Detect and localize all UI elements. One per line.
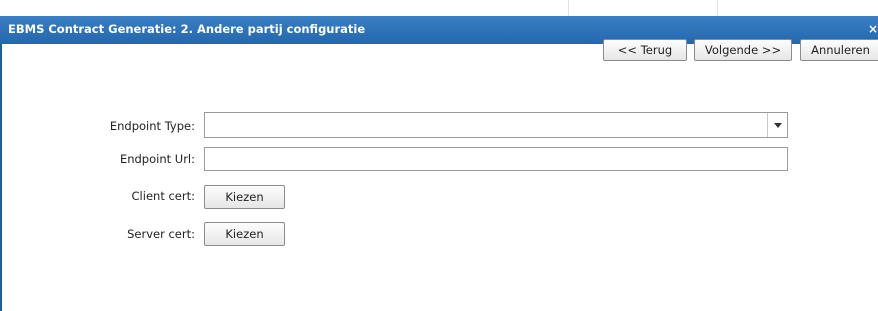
- server-cert-label: Server cert:: [127, 227, 195, 241]
- client-cert-label: Client cert:: [131, 189, 195, 203]
- endpoint-type-select[interactable]: [204, 112, 788, 138]
- next-button[interactable]: Volgende >>: [694, 39, 792, 61]
- chevron-down-icon[interactable]: [767, 113, 787, 137]
- cancel-button[interactable]: Annuleren: [800, 39, 878, 61]
- close-icon[interactable]: ×: [868, 22, 878, 36]
- endpoint-url-label: Endpoint Url:: [119, 152, 195, 166]
- client-cert-choose-button[interactable]: Kiezen: [204, 185, 285, 209]
- background-strip: [0, 0, 878, 16]
- server-cert-choose-button[interactable]: Kiezen: [204, 222, 285, 246]
- back-button[interactable]: << Terug: [603, 39, 687, 61]
- endpoint-url-input[interactable]: [204, 147, 788, 171]
- strip-divider: [717, 0, 718, 16]
- dialog-title: EBMS Contract Generatie: 2. Andere parti…: [8, 22, 366, 36]
- strip-divider: [568, 0, 569, 16]
- endpoint-type-label: Endpoint Type:: [109, 119, 195, 133]
